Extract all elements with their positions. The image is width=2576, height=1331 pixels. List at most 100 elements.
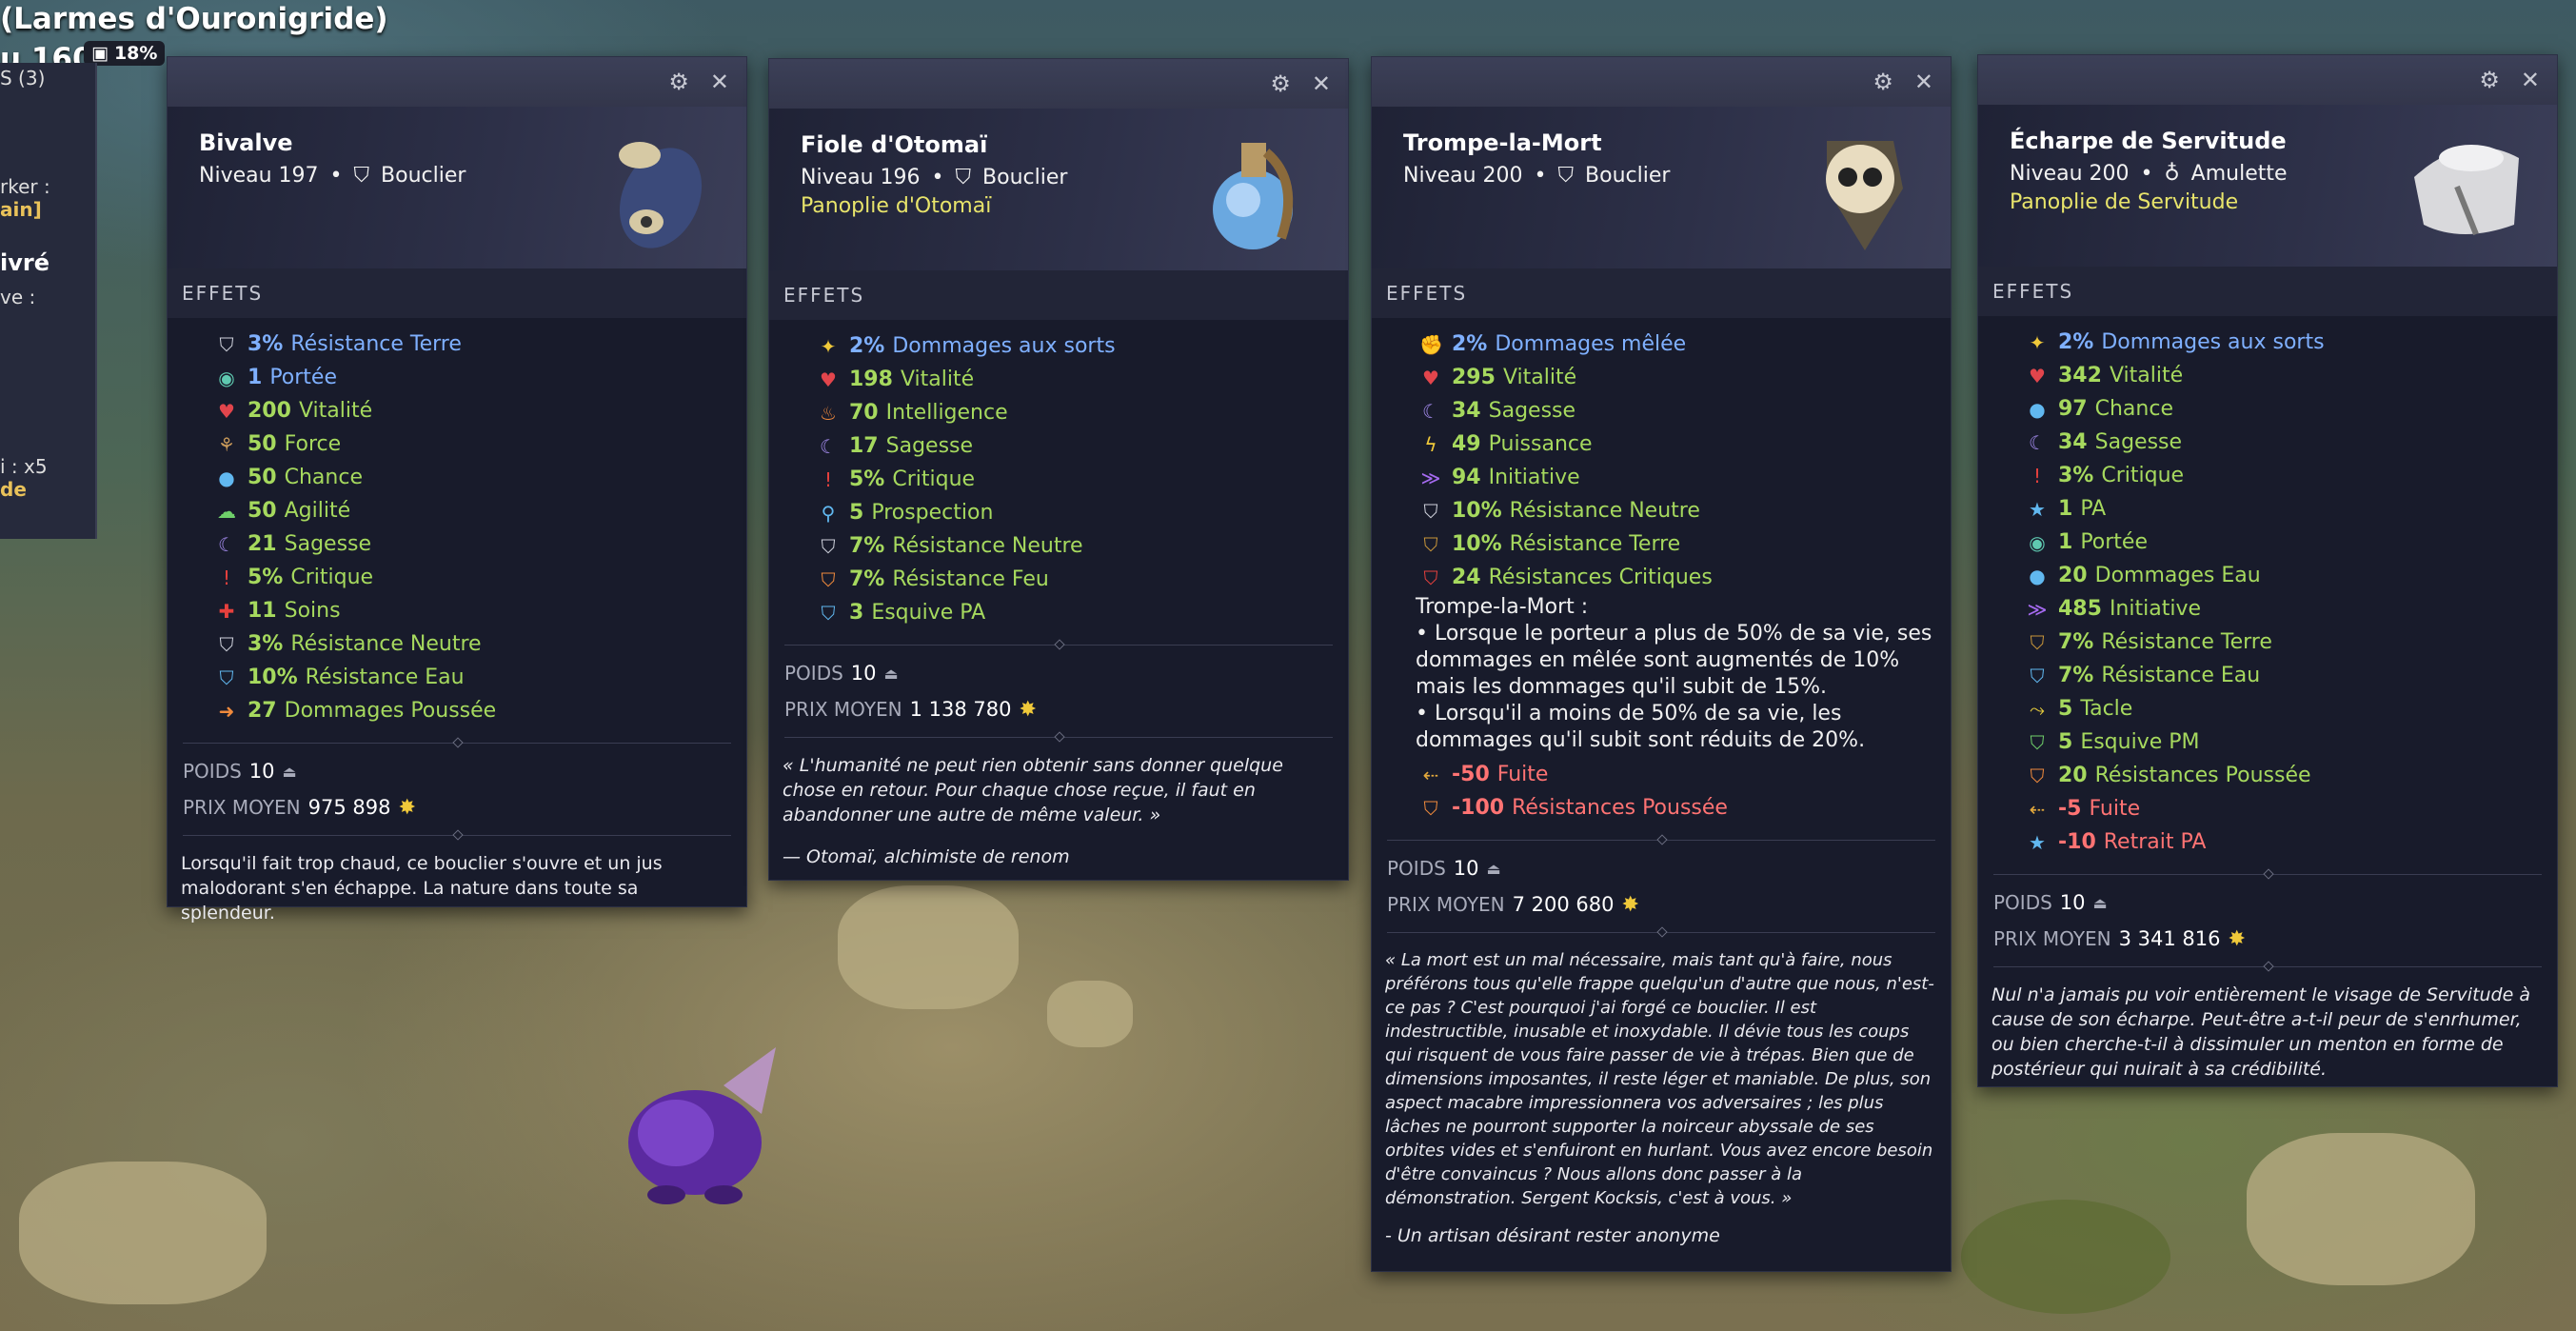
badge-value: 18%: [113, 43, 158, 64]
neutral-resist-icon: ⛉: [1423, 499, 1438, 523]
side-line: ain]: [0, 198, 42, 221]
effect-label: Résistance Eau: [2101, 664, 2261, 687]
chest-icon: ▣: [91, 43, 109, 64]
close-icon[interactable]: ✕: [1312, 72, 1331, 95]
ap-star-icon: ★: [2029, 497, 2046, 521]
effect-label: Force: [284, 432, 342, 456]
potion-flask-image: [1213, 143, 1294, 249]
divider: [183, 835, 731, 836]
item-type-line: Niveau 197 • ⛉ Bouclier: [199, 164, 466, 188]
weight-icon: ⏏: [282, 762, 297, 781]
item-description: « La mort est un mal nécessaire, mais ta…: [1385, 950, 1934, 1208]
effect-value: 34: [2058, 430, 2088, 454]
effect-row: ☾ 17 Sagesse: [817, 429, 1348, 463]
effect-value: 5: [2058, 697, 2073, 721]
item-set-name[interactable]: Panoplie de Servitude: [2010, 190, 2238, 214]
item-name: Fiole d'Otomaï: [801, 131, 988, 158]
scenery-rock: [838, 885, 1019, 1009]
item-header: Trompe-la-Mort Niveau 200 • ⛉ Bouclier: [1372, 107, 1951, 268]
effect-value: 2%: [1452, 332, 1488, 356]
gear-icon[interactable]: ⚙: [668, 70, 689, 93]
gear-icon[interactable]: ⚙: [1873, 70, 1893, 93]
player-creature[interactable]: [609, 1028, 781, 1209]
bullet: •: [2140, 162, 2153, 186]
effect-row: ◉ 1 Portée: [215, 361, 746, 394]
effects-list-after: ⇠ -50 Fuite ⛉ -100 Résistances Poussée: [1372, 758, 1951, 830]
item-level: Niveau 200: [1403, 164, 1523, 188]
close-icon[interactable]: ✕: [2521, 69, 2540, 91]
effect-value: 5%: [248, 566, 284, 589]
item-header: Fiole d'Otomaï Niveau 196 • ⛉ Bouclier P…: [769, 109, 1348, 270]
effect-label: Vitalité: [900, 368, 975, 391]
divider: [1387, 840, 1935, 841]
effect-value: 1: [2058, 530, 2073, 554]
effect-row: ≫ 485 Initiative: [2026, 592, 2557, 626]
card-toolbar: ⚙ ✕: [769, 59, 1348, 109]
weight-icon: ⏏: [2092, 893, 2108, 912]
effect-value: 7%: [2058, 664, 2094, 687]
bullet: •: [1534, 164, 1547, 188]
effect-row: ! 5% Critique: [817, 463, 1348, 496]
item-level: Niveau 196: [801, 166, 921, 189]
water-resist-icon: ⛉: [2030, 664, 2045, 687]
effect-label: Initiative: [1488, 466, 1580, 489]
effect-row: ! 3% Critique: [2026, 459, 2557, 492]
price-row: PRIX MOYEN 3 341 816 ✸: [1978, 921, 2557, 957]
effect-label: Dommages Poussée: [284, 699, 497, 723]
scenery-rock: [19, 1162, 267, 1304]
effect-label: Dommages aux sorts: [892, 334, 1116, 358]
divider: [1387, 932, 1935, 933]
effect-value: -10: [2058, 830, 2096, 854]
effects-list: ✦ 2% Dommages aux sorts ♥ 342 Vitalité ● 97 Chan…: [1978, 316, 2557, 864]
effect-value: 10%: [248, 666, 298, 689]
heal-icon: ✚: [218, 599, 235, 623]
item-set-name[interactable]: Panoplie d'Otomaï: [801, 194, 991, 218]
item-name: Écharpe de Servitude: [2010, 128, 2287, 154]
effects-list: ✦ 2% Dommages aux sorts ♥ 198 Vitalité ♨ 70 Inte…: [769, 320, 1348, 635]
effect-value: 3%: [248, 632, 284, 656]
divider: [1993, 966, 2542, 967]
heart-icon: ♥: [218, 399, 235, 423]
price-label: PRIX MOYEN: [1387, 893, 1505, 916]
ap-reduction-icon: ★: [2029, 830, 2046, 854]
price-value: 975 898: [307, 796, 391, 819]
effect-label: Résistances Poussée: [2094, 764, 2311, 787]
effect-value: 3%: [248, 332, 284, 356]
mp-dodge-icon: ⛉: [2030, 730, 2045, 754]
side-line: S (3): [0, 67, 46, 89]
effect-label: Sagesse: [1488, 399, 1576, 423]
effect-row: ⛉ 3 Esquive PA: [817, 596, 1348, 629]
effect-value: 20: [2058, 764, 2088, 787]
effect-value: 50: [248, 499, 277, 523]
crit-resist-icon: ⛉: [1423, 566, 1438, 589]
item-type-line: Niveau 196 • ⛉ Bouclier: [801, 166, 1067, 189]
effects-list: ✊ 2% Dommages mêlée ♥ 295 Vitalité ☾ 34 Sagesse ϟ…: [1372, 318, 1951, 594]
effect-row: ☾ 34 Sagesse: [1419, 394, 1951, 427]
effects-heading: EFFETS: [769, 270, 1348, 320]
weight-value: 10: [248, 760, 275, 783]
weight-label: POIDS: [1993, 891, 2052, 914]
effects-list: ⛉ 3% Résistance Terre ◉ 1 Portée ♥ 200 Vitalité ⚘…: [168, 318, 746, 733]
effect-value: 20: [2058, 564, 2088, 587]
effect-value: 5: [849, 501, 864, 525]
effect-row: ⤳ 5 Tacle: [2026, 692, 2557, 725]
effect-value: 70: [849, 401, 879, 425]
range-icon: ◉: [218, 366, 235, 389]
side-panel: S (3) rker : ain] ivré ve : i : x5 de: [0, 63, 97, 539]
item-quote-author: — Otomaï, alchimiste de renom: [783, 846, 1070, 867]
effect-row: ♥ 200 Vitalité: [215, 394, 746, 427]
kama-icon: ✸: [1621, 892, 1639, 917]
effect-value: 485: [2058, 597, 2102, 621]
effect-row: ≫ 94 Initiative: [1419, 461, 1951, 494]
close-icon[interactable]: ✕: [710, 70, 729, 93]
effect-row: ♥ 295 Vitalité: [1419, 361, 1951, 394]
gear-icon[interactable]: ⚙: [2479, 69, 2500, 91]
effect-value: 21: [248, 532, 277, 556]
effect-row: ϟ 49 Puissance: [1419, 427, 1951, 461]
close-icon[interactable]: ✕: [1914, 70, 1933, 93]
effect-row: ⛉ 7% Résistance Terre: [2026, 626, 2557, 659]
effect-label: Critique: [2101, 464, 2185, 487]
neutral-resist-icon: ⛉: [219, 632, 234, 656]
price-label: PRIX MOYEN: [1993, 927, 2111, 950]
gear-icon[interactable]: ⚙: [1270, 72, 1291, 95]
